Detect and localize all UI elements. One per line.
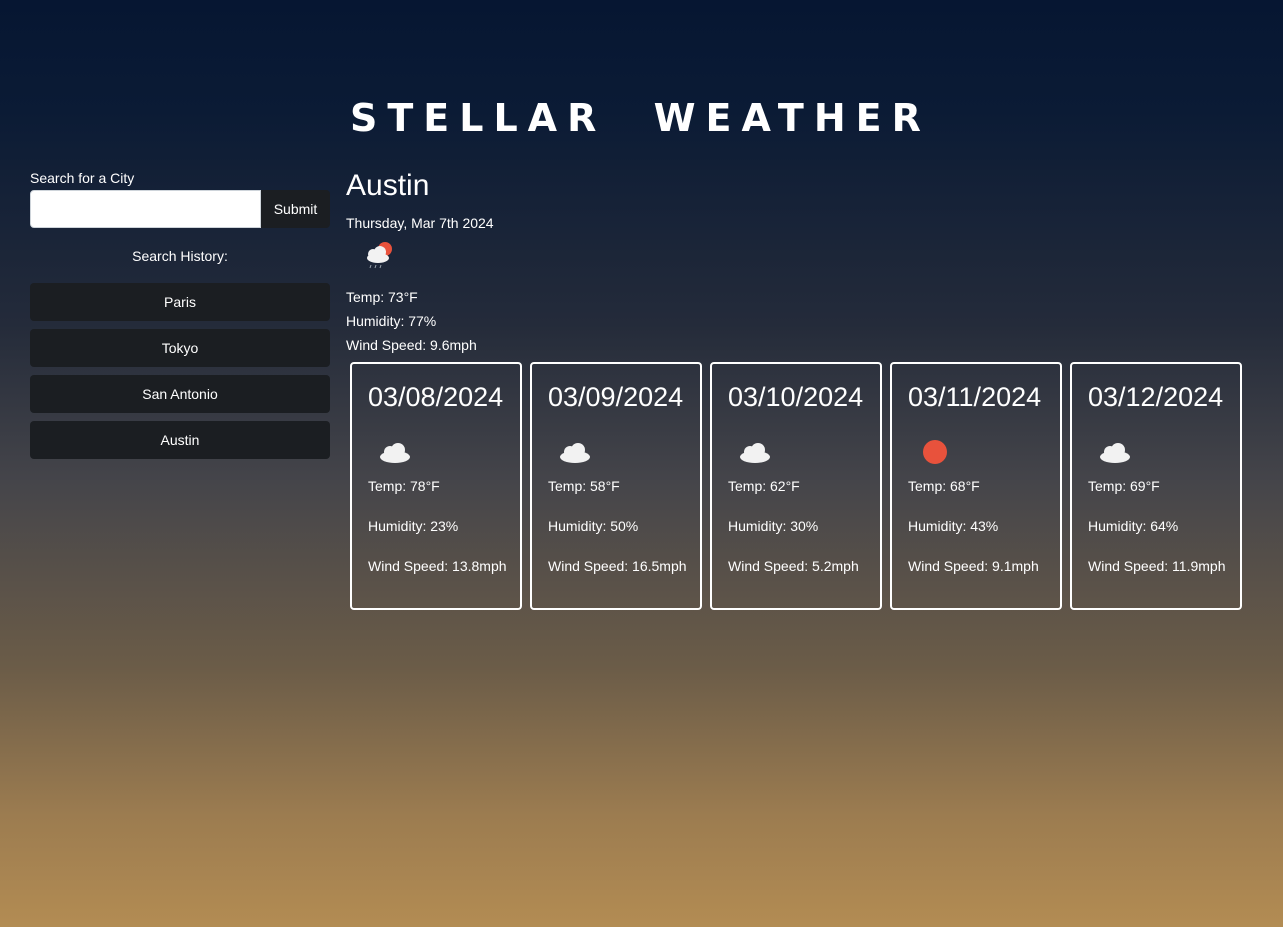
forecast-wind: Wind Speed: 11.9mph — [1088, 558, 1226, 574]
current-city-name: Austin — [346, 169, 430, 202]
forecast-card: 03/08/2024 Temp: 78°F Humidity: 23% Wind… — [350, 362, 522, 610]
forecast-humidity: Humidity: 23% — [368, 518, 459, 534]
forecast-card: 03/10/2024 Temp: 62°F Humidity: 30% Wind… — [710, 362, 882, 610]
city-search-input[interactable] — [30, 190, 261, 228]
forecast-card: 03/09/2024 Temp: 58°F Humidity: 50% Wind… — [530, 362, 702, 610]
forecast-date: 03/11/2024 — [908, 382, 1042, 412]
current-temp: Temp: 73°F — [346, 289, 418, 305]
five-day-forecast: 03/08/2024 Temp: 78°F Humidity: 23% Wind… — [350, 362, 1242, 610]
cloud-icon — [1100, 443, 1130, 463]
forecast-temp: Temp: 68°F — [908, 478, 980, 494]
forecast-card: 03/12/2024 Temp: 69°F Humidity: 64% Wind… — [1070, 362, 1242, 610]
cloud-sun-rain-icon — [367, 242, 392, 269]
forecast-humidity: Humidity: 64% — [1088, 518, 1179, 534]
cloud-icon — [740, 443, 770, 463]
forecast-temp: Temp: 78°F — [368, 478, 440, 494]
forecast-humidity: Humidity: 50% — [548, 518, 639, 534]
app-title: STELLAR WEATHER — [350, 96, 931, 140]
cloud-icon — [380, 443, 410, 463]
forecast-wind: Wind Speed: 13.8mph — [368, 558, 507, 574]
search-form: Submit — [30, 190, 330, 228]
history-item-paris[interactable]: Paris — [30, 283, 330, 321]
forecast-wind: Wind Speed: 9.1mph — [908, 558, 1039, 574]
submit-button[interactable]: Submit — [261, 190, 330, 228]
current-humidity: Humidity: 77% — [346, 313, 437, 329]
forecast-date: 03/10/2024 — [728, 382, 864, 412]
forecast-humidity: Humidity: 43% — [908, 518, 999, 534]
forecast-date: 03/08/2024 — [368, 382, 504, 412]
current-wind: Wind Speed: 9.6mph — [346, 337, 477, 353]
history-item-tokyo[interactable]: Tokyo — [30, 329, 330, 367]
history-item-san-antonio[interactable]: San Antonio — [30, 375, 330, 413]
current-stats: Temp: 73°F Humidity: 77% Wind Speed: 9.6… — [346, 285, 494, 357]
forecast-date: 03/09/2024 — [548, 382, 684, 412]
forecast-wind: Wind Speed: 16.5mph — [548, 558, 687, 574]
history-item-austin[interactable]: Austin — [30, 421, 330, 459]
forecast-wind: Wind Speed: 5.2mph — [728, 558, 859, 574]
forecast-temp: Temp: 58°F — [548, 478, 620, 494]
search-label: Search for a City — [30, 170, 135, 186]
search-history-label: Search History: — [132, 248, 228, 264]
sun-icon — [923, 440, 947, 464]
current-date: Thursday, Mar 7th 2024 — [346, 215, 494, 231]
search-history-list: Paris Tokyo San Antonio Austin — [30, 283, 330, 459]
forecast-date: 03/12/2024 — [1088, 382, 1224, 412]
sidebar: Search for a City Submit Search History:… — [30, 168, 330, 467]
forecast-temp: Temp: 69°F — [1088, 478, 1160, 494]
forecast-temp: Temp: 62°F — [728, 478, 800, 494]
current-weather: Austin Thursday, Mar 7th 2024 Temp: 73°F… — [346, 168, 494, 357]
forecast-humidity: Humidity: 30% — [728, 518, 819, 534]
cloud-icon — [560, 443, 590, 463]
forecast-card: 03/11/2024 Temp: 68°F Humidity: 43% Wind… — [890, 362, 1062, 610]
